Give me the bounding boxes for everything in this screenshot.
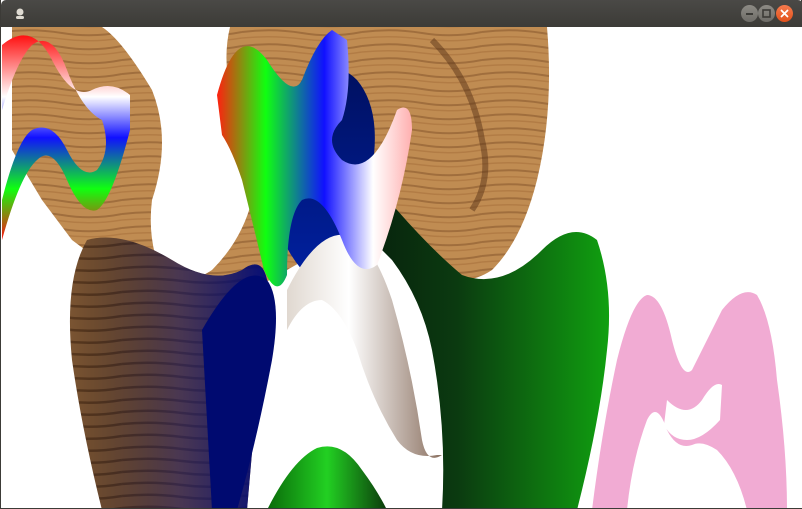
- close-icon: [780, 9, 789, 18]
- green-hill-shape: [268, 446, 386, 508]
- pink-wave-shape: [592, 292, 787, 508]
- application-window: [0, 0, 802, 509]
- wave-scene: [2, 27, 787, 508]
- minimize-button[interactable]: [741, 5, 758, 22]
- window-titlebar[interactable]: [1, 0, 802, 27]
- render-canvas[interactable]: [2, 27, 802, 508]
- maximize-button[interactable]: [758, 5, 775, 22]
- maximize-icon: [762, 9, 771, 18]
- close-button[interactable]: [776, 5, 793, 22]
- minimize-icon: [746, 13, 753, 15]
- app-icon: [16, 8, 24, 19]
